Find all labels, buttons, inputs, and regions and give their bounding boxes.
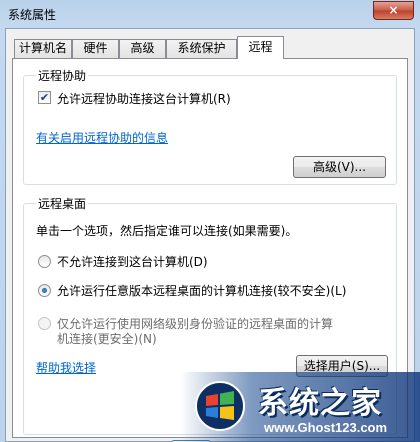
windows-logo-icon (195, 381, 245, 431)
remote-assistance-title: 远程协助 (36, 67, 89, 84)
radio-allow-any-version[interactable] (38, 284, 51, 297)
title-bar[interactable]: 系统属性 × (0, 0, 420, 28)
remote-assistance-group: 远程协助 ✔ 允许远程协助连接这台计算机(R) 有关启用远程协助的信息 高级(V… (23, 67, 397, 185)
allow-remote-assistance-checkbox[interactable]: ✔ (38, 91, 51, 104)
check-icon: ✔ (39, 91, 50, 104)
close-icon: × (388, 3, 399, 17)
advanced-button[interactable]: 高级(V)... (293, 156, 386, 178)
radio-allow-nla-only[interactable] (38, 317, 51, 330)
watermark-url: www.Ghost123.com (264, 420, 388, 435)
watermark-title: 系统之家 (258, 386, 382, 421)
window-title: 系统属性 (8, 8, 57, 22)
allow-remote-assistance-label[interactable]: 允许远程协助连接这台计算机(R) (57, 90, 231, 107)
remote-desktop-instruction: 单击一个选项，然后指定谁可以连接(如果需要)。 (36, 224, 298, 238)
help-me-choose-link[interactable]: 帮助我选择 (36, 359, 96, 376)
tab-system-protection[interactable]: 系统保护 (166, 39, 237, 58)
close-button[interactable]: × (373, 1, 414, 20)
radio-allow-nla-only-label-line2: 机连接(更安全)(N) (57, 332, 157, 346)
tab-computer-name[interactable]: 计算机名 (14, 39, 72, 58)
radio-deny-connections-label[interactable]: 不允许连接到这台计算机(D) (57, 253, 208, 270)
radio-deny-connections[interactable] (38, 255, 51, 268)
tab-advanced[interactable]: 高级 (119, 39, 166, 58)
tab-hardware[interactable]: 硬件 (72, 39, 119, 58)
system-properties-window: 系统属性 × 计算机名 硬件 高级 系统保护 远程 远程协助 ✔ 允许远程协助连… (0, 0, 420, 442)
tab-remote[interactable]: 远程 (237, 36, 284, 59)
remote-desktop-title: 远程桌面 (36, 195, 89, 212)
radio-allow-any-version-label[interactable]: 允许运行任意版本远程桌面的计算机连接(较不安全)(L) (57, 282, 346, 299)
site-watermark: 系统之家 www.Ghost123.com (180, 372, 420, 442)
remote-assistance-info-link[interactable]: 有关启用远程协助的信息 (36, 129, 168, 146)
